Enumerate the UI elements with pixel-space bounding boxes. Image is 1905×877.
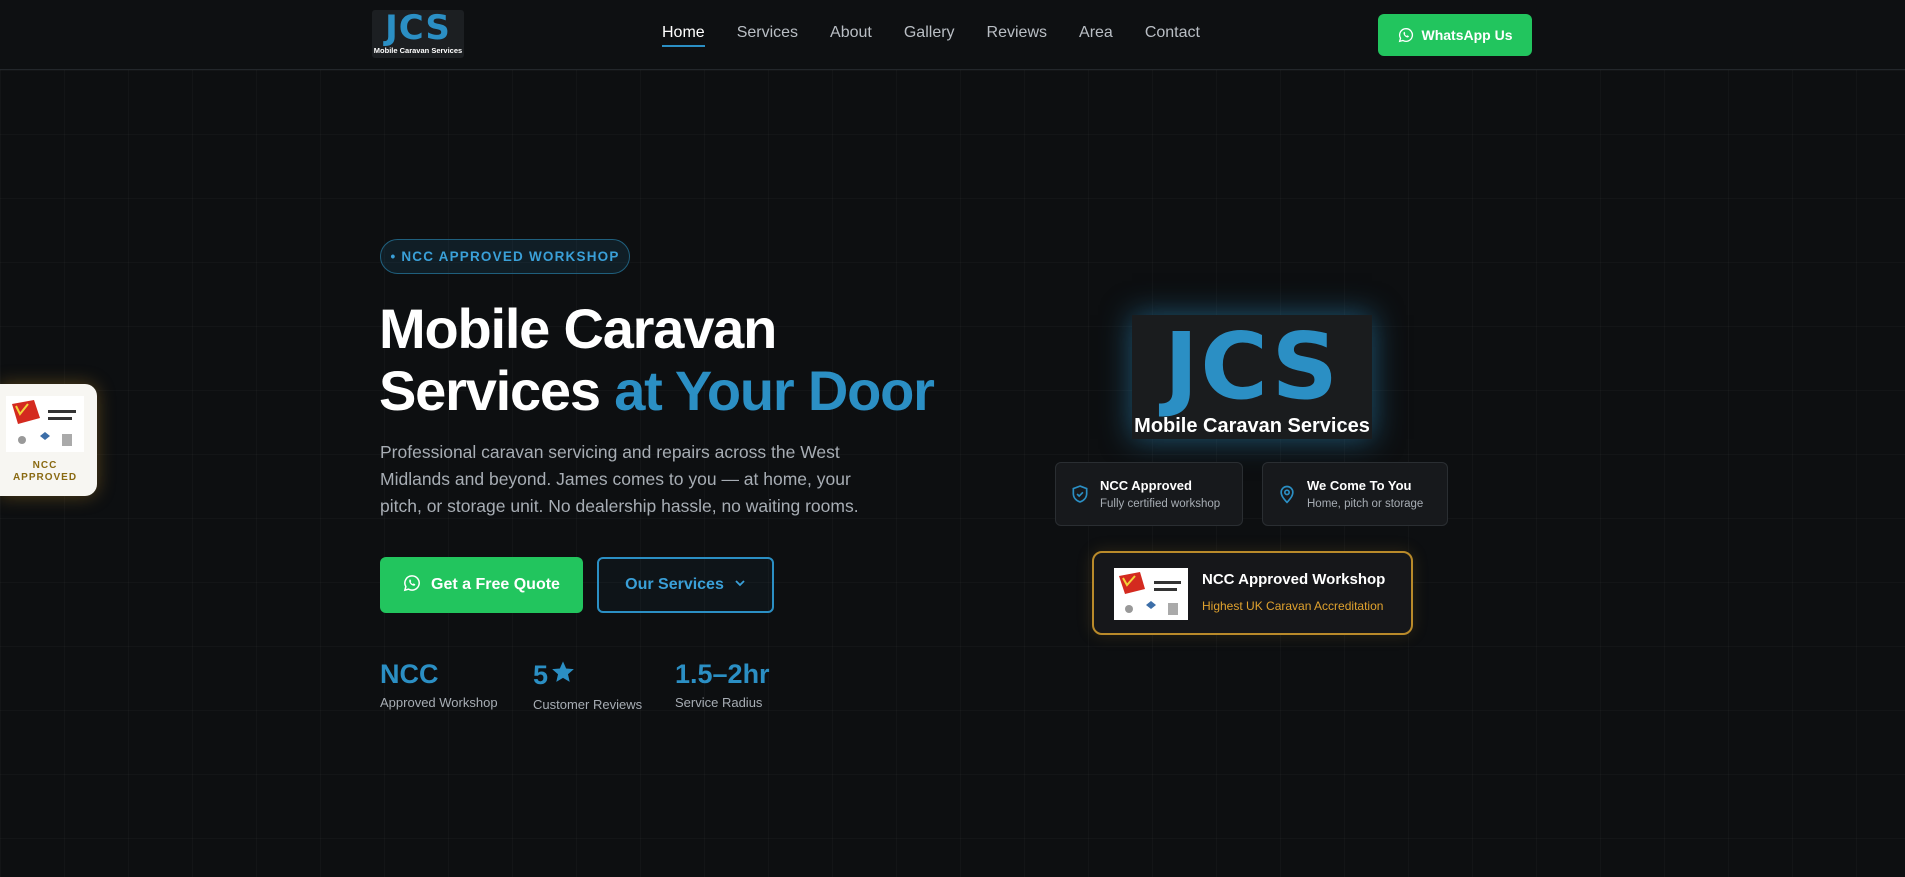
hero-title: Mobile Caravan Services at Your Door (379, 298, 979, 422)
hero-title-accent: at Your Door (614, 359, 935, 422)
nav-link-reviews[interactable]: Reviews (987, 24, 1047, 47)
get-free-quote-label: Get a Free Quote (431, 576, 560, 593)
feature-ncc-approved: NCC Approved Fully certified workshop (1055, 462, 1243, 526)
feature-subtitle: Home, pitch or storage (1307, 498, 1424, 510)
nav-link-area[interactable]: Area (1079, 24, 1113, 47)
ncc-side-badge-line2: APPROVED (12, 472, 78, 483)
get-free-quote-button[interactable]: Get a Free Quote (380, 557, 583, 613)
logo-tagline: Mobile Caravan Services (373, 46, 463, 55)
map-pin-icon (1277, 484, 1297, 509)
hero-title-line2: Services (379, 359, 601, 422)
ncc-side-badge-text: NCC APPROVED (0, 460, 90, 484)
hero-logo-tagline: Mobile Caravan Services (1134, 415, 1370, 437)
nav-link-about[interactable]: About (830, 24, 872, 47)
stat-value: 1.5–2hr (675, 659, 770, 689)
ncc-approved-pill: • NCC APPROVED WORKSHOP (380, 239, 630, 274)
stat-label: Customer Reviews (533, 697, 643, 712)
feature-title: NCC Approved (1100, 478, 1192, 493)
shield-check-icon (1070, 484, 1090, 509)
stat-reviews: 5 Customer Reviews (533, 659, 642, 712)
nav-link-gallery[interactable]: Gallery (904, 24, 955, 47)
ncc-side-badge-line1: NCC (32, 460, 58, 471)
whatsapp-icon (403, 574, 421, 597)
whatsapp-icon (1398, 27, 1414, 43)
feature-title: We Come To You (1307, 478, 1412, 493)
logo-mark: JCS (385, 10, 451, 48)
hero-logo: JCS Mobile Caravan Services (1132, 315, 1372, 439)
hero-description: Professional caravan servicing and repai… (380, 442, 859, 516)
ncc-side-badge[interactable]: NCC APPROVED (0, 384, 97, 496)
ncc-approved-logo (6, 396, 84, 452)
stat-label: Approved Workshop (380, 695, 498, 710)
stat-label: Service Radius (675, 695, 763, 710)
stat-reviews-number: 5 (533, 660, 549, 690)
our-services-label: Our Services (625, 576, 724, 593)
hero-logo-mark: JCS (1164, 315, 1340, 420)
ncc-card-subtitle: Highest UK Caravan Accreditation (1202, 599, 1384, 613)
feature-we-come-to-you: We Come To You Home, pitch or storage (1262, 462, 1448, 526)
stat-value: 5 (533, 659, 642, 691)
whatsapp-button[interactable]: WhatsApp Us (1378, 14, 1532, 56)
ncc-approved-card: NCC Approved Workshop Highest UK Caravan… (1092, 551, 1413, 635)
feature-subtitle: Fully certified workshop (1100, 498, 1221, 510)
nav-link-contact[interactable]: Contact (1145, 24, 1200, 47)
background-grid (0, 70, 1905, 877)
star-icon (550, 659, 576, 691)
chevron-down-icon (734, 576, 746, 594)
ncc-approved-logo (1114, 568, 1188, 620)
nav-link-services[interactable]: Services (737, 24, 798, 47)
nav-link-home[interactable]: Home (662, 24, 705, 47)
nav-links: Home Services About Gallery Reviews Area… (662, 0, 1200, 70)
hero-title-line1: Mobile Caravan (379, 297, 777, 360)
stat-radius: 1.5–2hr Service Radius (675, 659, 770, 710)
whatsapp-button-label: WhatsApp Us (1421, 27, 1513, 43)
site-logo[interactable]: JCS Mobile Caravan Services (372, 10, 464, 58)
stat-ncc: NCC Approved Workshop (380, 659, 498, 710)
top-nav: JCS Mobile Caravan Services Home Service… (0, 0, 1905, 70)
ncc-card-title: NCC Approved Workshop (1202, 571, 1386, 588)
stat-value: NCC (380, 659, 439, 689)
our-services-button[interactable]: Our Services (597, 557, 774, 613)
